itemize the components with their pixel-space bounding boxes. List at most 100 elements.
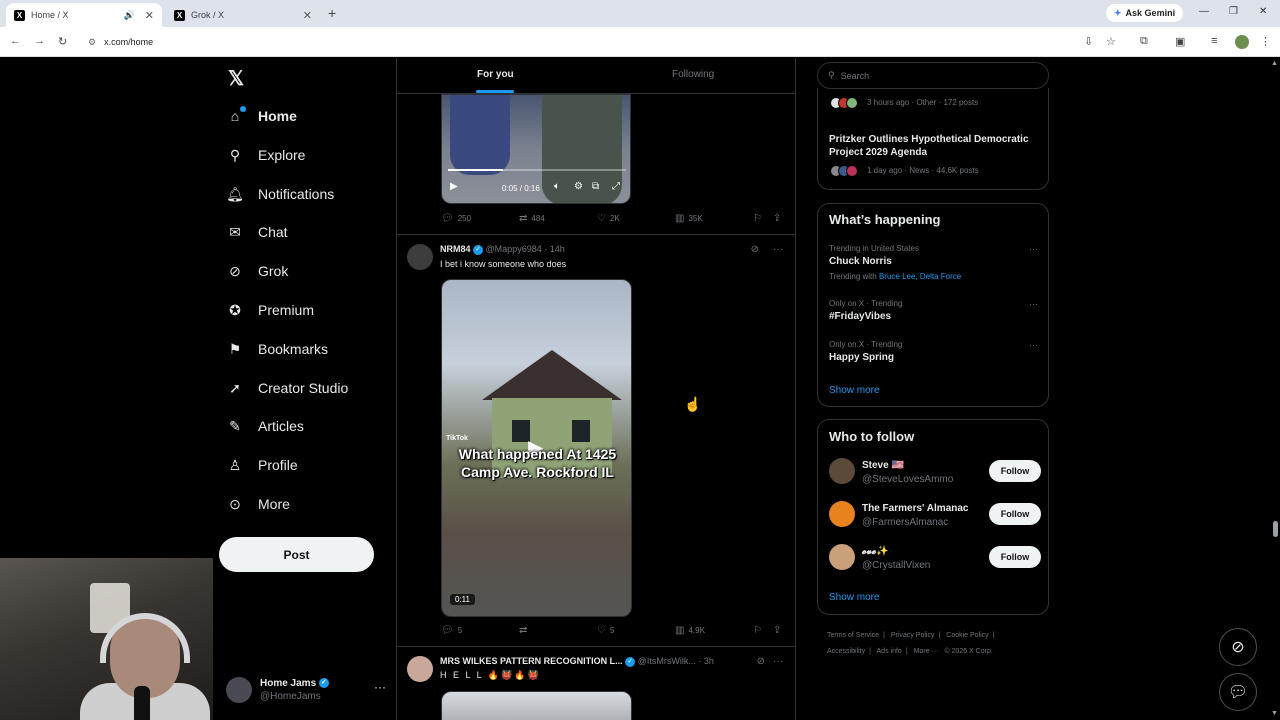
grok-icon[interactable]: ⊘ bbox=[751, 244, 759, 255]
back-icon[interactable]: ← bbox=[10, 35, 21, 47]
ask-gemini-button[interactable]: ✦ Ask Gemini bbox=[1106, 4, 1184, 22]
follow-suggestion[interactable]: The Farmers' Almanac @FarmersAlmanac Fol… bbox=[829, 501, 1041, 533]
avatar[interactable] bbox=[407, 244, 433, 270]
sidebar-item-notifications[interactable]: 🔔︎ Notifications bbox=[226, 178, 334, 210]
grok-icon[interactable]: ⊘ bbox=[757, 656, 765, 667]
author-name[interactable]: MRS WILKES PATTERN RECOGNITION L... bbox=[440, 656, 623, 666]
more-horizontal-icon[interactable]: ··· bbox=[1029, 340, 1038, 350]
tab-home[interactable]: X Home / X 🔊 ✕ bbox=[6, 3, 162, 27]
minimize-icon[interactable]: — bbox=[1199, 6, 1209, 17]
follow-button[interactable]: Follow bbox=[989, 503, 1041, 525]
like-button[interactable]: ♡ 5 bbox=[597, 625, 614, 636]
x-logo-icon[interactable]: 𝕏 bbox=[228, 66, 244, 91]
grok-fab-button[interactable]: ⊘ bbox=[1219, 628, 1257, 666]
site-info-icon[interactable]: ⚙ bbox=[88, 37, 96, 48]
show-more-link[interactable]: Show more bbox=[829, 385, 880, 396]
tweet-time[interactable]: · 3h bbox=[698, 656, 714, 666]
views-button[interactable]: ▥ 4.9K bbox=[675, 625, 705, 636]
scrollbar-thumb[interactable] bbox=[1273, 521, 1278, 537]
footer-link[interactable]: Privacy Policy bbox=[891, 632, 935, 639]
share-button[interactable]: ⇪ bbox=[773, 213, 781, 224]
footer-link[interactable]: More ··· bbox=[914, 648, 939, 655]
reply-button[interactable]: 💬︎ 250 bbox=[441, 213, 471, 224]
sidebar-item-premium[interactable]: ✪ Premium bbox=[226, 294, 314, 326]
speaker-icon[interactable]: 🔊 bbox=[124, 10, 135, 21]
more-horizontal-icon[interactable]: ··· bbox=[773, 244, 783, 255]
trend-with-link[interactable]: Bruce Lee, Delta Force bbox=[879, 272, 961, 281]
video-player[interactable]: TikTok ▶ What happened At 1425 Camp Ave.… bbox=[441, 279, 632, 617]
volume-icon[interactable]: 🔈︎ bbox=[554, 181, 560, 192]
tab-for-you[interactable]: For you bbox=[477, 69, 514, 80]
picture-in-picture-icon[interactable]: ⧉ bbox=[592, 181, 599, 192]
tweet-image[interactable] bbox=[441, 691, 632, 720]
sidebar-item-creator-studio[interactable]: ➚ Creator Studio bbox=[226, 372, 348, 404]
reload-icon[interactable]: ↻ bbox=[58, 35, 67, 48]
sidebar-item-explore[interactable]: ⚲ Explore bbox=[226, 139, 306, 171]
split-view-icon[interactable]: ▣ bbox=[1175, 35, 1185, 48]
footer-link[interactable]: Terms of Service bbox=[827, 632, 879, 639]
follow-button[interactable]: Follow bbox=[989, 546, 1041, 568]
bookmark-button[interactable]: ⚐ bbox=[753, 625, 762, 636]
search-input[interactable]: ⚲ Search bbox=[817, 62, 1049, 89]
footer-link[interactable]: Accessibility bbox=[827, 648, 865, 655]
avatar[interactable] bbox=[407, 656, 433, 682]
account-switcher[interactable]: Home Jams ✓ @HomeJams ··· bbox=[226, 672, 386, 708]
reply-button[interactable]: 💬︎ 5 bbox=[441, 625, 462, 636]
show-more-link[interactable]: Show more bbox=[829, 592, 880, 603]
sidebar-item-home[interactable]: ⌂ Home bbox=[226, 100, 297, 132]
address-bar[interactable]: ⚙ x.com/home bbox=[80, 31, 1090, 53]
media-icon[interactable]: ≡ bbox=[1211, 35, 1217, 47]
page-scrollbar[interactable]: ▲ ▼ bbox=[1270, 58, 1280, 720]
menu-icon[interactable]: ⋮ bbox=[1260, 35, 1271, 48]
forward-icon[interactable]: → bbox=[34, 35, 45, 47]
fullscreen-icon[interactable]: ⤢ bbox=[612, 181, 620, 192]
author-handle[interactable]: @Mappy6984 bbox=[486, 244, 542, 254]
extensions-icon[interactable]: ⧉ bbox=[1140, 35, 1148, 48]
close-window-icon[interactable]: ✕ bbox=[1259, 6, 1267, 17]
scroll-up-icon[interactable]: ▲ bbox=[1271, 60, 1278, 67]
author-handle[interactable]: @ItsMrsWilk... bbox=[638, 656, 696, 666]
author-name[interactable]: NRM84 bbox=[440, 244, 471, 254]
post-button[interactable]: Post bbox=[219, 537, 374, 572]
browser-profile-avatar[interactable] bbox=[1235, 35, 1249, 49]
footer-link[interactable]: Cookie Policy bbox=[946, 632, 988, 639]
news-headline[interactable]: Pritzker Outlines Hypothetical Democrati… bbox=[829, 133, 1039, 159]
settings-icon[interactable]: ⚙ bbox=[574, 181, 583, 192]
play-icon[interactable]: ▶ bbox=[450, 181, 458, 192]
sidebar-item-profile[interactable]: ♙ Profile bbox=[226, 449, 298, 481]
follow-suggestion[interactable]: Steve 🇺🇸 @SteveLovesAmmo Follow bbox=[829, 458, 1041, 490]
sidebar-item-articles[interactable]: ✎ Articles bbox=[226, 410, 304, 442]
sidebar-item-grok[interactable]: ⊘ Grok bbox=[226, 255, 288, 287]
views-button[interactable]: ▥ 35K bbox=[675, 213, 703, 224]
video-progress-bar[interactable] bbox=[448, 169, 626, 171]
trend-name[interactable]: Chuck Norris bbox=[829, 256, 892, 267]
bookmark-star-icon[interactable]: ☆ bbox=[1106, 35, 1116, 48]
trend-name[interactable]: Happy Spring bbox=[829, 352, 894, 363]
new-tab-icon[interactable]: + bbox=[328, 5, 336, 21]
share-button[interactable]: ⇪ bbox=[773, 625, 781, 636]
trend-name[interactable]: #FridayVibes bbox=[829, 311, 891, 322]
tab-following[interactable]: Following bbox=[672, 69, 714, 80]
follow-suggestion[interactable]: 𝓮𝓿𝓮✨ @CrystallVixen Follow bbox=[829, 544, 1041, 576]
sidebar-item-chat[interactable]: ✉ Chat bbox=[226, 216, 287, 248]
scroll-down-icon[interactable]: ▼ bbox=[1271, 710, 1278, 717]
video-player[interactable]: ▶ 0:05 / 0:16 🔈︎ ⚙ ⧉ ⤢ bbox=[441, 94, 631, 204]
restore-icon[interactable]: ❐ bbox=[1229, 6, 1238, 17]
footer-link[interactable]: Ads info bbox=[877, 648, 902, 655]
bookmark-button[interactable]: ⚐ bbox=[753, 213, 762, 224]
sidebar-item-more[interactable]: ⊙ More bbox=[226, 488, 290, 520]
more-horizontal-icon[interactable]: ··· bbox=[374, 680, 386, 694]
follow-button[interactable]: Follow bbox=[989, 460, 1041, 482]
chat-fab-button[interactable]: 💬︎ bbox=[1219, 673, 1257, 711]
more-horizontal-icon[interactable]: ··· bbox=[1029, 299, 1038, 309]
repost-button[interactable]: ⇄ bbox=[519, 625, 531, 636]
install-app-icon[interactable]: ⇩ bbox=[1084, 35, 1093, 48]
close-tab-icon[interactable]: ✕ bbox=[303, 9, 312, 22]
repost-button[interactable]: ⇄ 484 bbox=[519, 213, 545, 224]
more-horizontal-icon[interactable]: ··· bbox=[773, 656, 783, 667]
like-button[interactable]: ♡ 2K bbox=[597, 213, 620, 224]
tweet-time[interactable]: · 14h bbox=[544, 244, 565, 254]
tab-grok[interactable]: X Grok / X ✕ bbox=[166, 3, 320, 27]
more-horizontal-icon[interactable]: ··· bbox=[1029, 244, 1038, 254]
close-tab-icon[interactable]: ✕ bbox=[145, 9, 154, 22]
